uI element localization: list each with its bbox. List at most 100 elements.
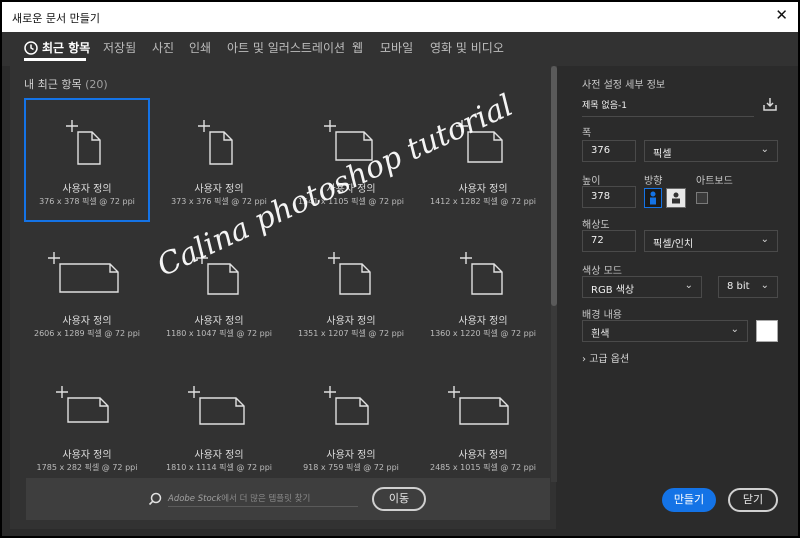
document-icon	[324, 386, 369, 425]
chevron-down-icon: ⌄	[730, 324, 739, 335]
item-dims: 1360 x 1220 픽셀 @ 72 ppi	[430, 329, 536, 338]
width-input[interactable]: 376	[582, 140, 636, 162]
item-label: 사용자 정의	[326, 184, 376, 195]
item-label: 사용자 정의	[326, 450, 376, 461]
chevron-right-icon: ›	[582, 354, 586, 365]
item-label: 사용자 정의	[458, 184, 508, 195]
chevron-down-icon: ⌄	[760, 144, 769, 155]
background-color-swatch[interactable]	[756, 320, 778, 342]
item-label: 사용자 정의	[458, 316, 508, 327]
orientation-label: 방향	[644, 176, 663, 187]
item-dims: 1541 x 1105 픽셀 @ 72 ppi	[298, 197, 404, 206]
recent-item[interactable]: 사용자 정의 1541 x 1105 픽셀 @ 72 ppi	[290, 100, 412, 220]
tab-mobile[interactable]: 모바일	[380, 39, 413, 56]
background-value: 흰색	[591, 329, 610, 340]
item-label: 사용자 정의	[62, 316, 112, 327]
color-mode-select[interactable]: RGB 색상 ⌄	[582, 276, 702, 298]
title-bar: 새로운 문서 만들기 ✕	[2, 2, 798, 32]
bit-depth-select[interactable]: 8 bit ⌄	[718, 276, 778, 298]
placeholder-brand: Adobe Stock	[168, 494, 222, 504]
create-button[interactable]: 만들기	[662, 488, 716, 512]
recent-item[interactable]: 사용자 정의 2606 x 1289 픽셀 @ 72 ppi	[26, 232, 148, 352]
go-button[interactable]: 이동	[372, 487, 426, 511]
search-icon	[148, 492, 162, 506]
recent-scrollbar[interactable]	[551, 66, 557, 482]
chevron-down-icon: ⌄	[760, 280, 769, 291]
color-mode-value: RGB 색상	[591, 285, 635, 296]
height-label: 높이	[582, 176, 601, 187]
person-portrait-icon	[650, 191, 656, 205]
close-button[interactable]: 닫기	[728, 488, 778, 512]
save-preset-icon[interactable]	[762, 96, 778, 112]
stock-search-input[interactable]: Adobe Stock에서 더 많은 템플릿 찾기	[168, 492, 358, 507]
tab-print[interactable]: 인쇄	[189, 39, 211, 56]
document-icon	[188, 386, 245, 425]
portrait-orientation-button[interactable]	[644, 188, 662, 208]
document-name-input[interactable]: 제목 없음-1	[582, 98, 754, 117]
advanced-options-toggle[interactable]: › 고급 옵션	[582, 350, 629, 365]
document-icon	[328, 252, 371, 295]
new-document-dialog: 새로운 문서 만들기 ✕ 최근 항목 저장됨 사진 인쇄 아트 및 일러스트레이…	[0, 0, 800, 538]
tab-film-video[interactable]: 영화 및 비디오	[430, 39, 504, 56]
document-icon	[456, 120, 503, 163]
recent-item[interactable]: 사용자 정의 918 x 759 픽셀 @ 72 ppi	[290, 366, 412, 486]
tab-recent[interactable]: 최근 항목	[42, 39, 90, 56]
background-label: 배경 내용	[582, 310, 622, 321]
height-input[interactable]: 378	[582, 186, 636, 208]
tab-web[interactable]: 웹	[352, 39, 363, 56]
document-icon	[460, 252, 503, 295]
item-label: 사용자 정의	[326, 316, 376, 327]
item-label: 사용자 정의	[194, 450, 244, 461]
tab-photo[interactable]: 사진	[152, 39, 174, 56]
recent-item[interactable]: 사용자 정의 1360 x 1220 픽셀 @ 72 ppi	[422, 232, 544, 352]
resolution-label: 해상도	[582, 220, 610, 231]
tab-art-illustration[interactable]: 아트 및 일러스트레이션	[227, 39, 345, 56]
artboard-checkbox[interactable]	[696, 192, 708, 204]
item-label: 사용자 정의	[194, 316, 244, 327]
recent-item[interactable]: 사용자 정의 1180 x 1047 픽셀 @ 72 ppi	[158, 232, 280, 352]
item-dims: 376 x 378 픽셀 @ 72 ppi	[39, 197, 135, 206]
item-dims: 373 x 376 픽셀 @ 72 ppi	[171, 197, 267, 206]
category-tabs: 최근 항목 저장됨 사진 인쇄 아트 및 일러스트레이션 웹 모바일 영화 및 …	[2, 32, 798, 66]
active-tab-indicator	[24, 58, 86, 61]
unit-value: 픽셀	[653, 149, 672, 160]
recent-item[interactable]: 사용자 정의 376 x 378 픽셀 @ 72 ppi	[24, 98, 150, 222]
item-label: 사용자 정의	[62, 450, 112, 461]
background-select[interactable]: 흰색 ⌄	[582, 320, 748, 342]
item-dims: 918 x 759 픽셀 @ 72 ppi	[303, 463, 399, 472]
tab-saved[interactable]: 저장됨	[103, 39, 136, 56]
recent-item[interactable]: 사용자 정의 1810 x 1114 픽셀 @ 72 ppi	[158, 366, 280, 486]
chevron-down-icon: ⌄	[760, 234, 769, 245]
chevron-down-icon: ⌄	[684, 280, 693, 291]
recent-title: 내 최근 항목 (20)	[24, 76, 108, 92]
item-dims: 1785 x 282 픽셀 @ 72 ppi	[36, 463, 138, 472]
resolution-unit-select[interactable]: 픽셀/인치 ⌄	[644, 230, 778, 252]
resolution-input[interactable]: 72	[582, 230, 636, 252]
item-label: 사용자 정의	[458, 450, 508, 461]
document-icon	[198, 120, 233, 165]
recent-item[interactable]: 사용자 정의 1351 x 1207 픽셀 @ 72 ppi	[290, 232, 412, 352]
item-dims: 1351 x 1207 픽셀 @ 72 ppi	[298, 329, 404, 338]
document-icon	[196, 252, 239, 295]
bit-depth-value: 8 bit	[727, 281, 750, 292]
item-label: 사용자 정의	[194, 184, 244, 195]
close-icon[interactable]: ✕	[775, 7, 788, 23]
item-dims: 2606 x 1289 픽셀 @ 72 ppi	[34, 329, 140, 338]
unit-select[interactable]: 픽셀 ⌄	[644, 140, 778, 162]
item-dims: 1412 x 1282 픽셀 @ 72 ppi	[430, 197, 536, 206]
recent-item[interactable]: 사용자 정의 2485 x 1015 픽셀 @ 72 ppi	[422, 366, 544, 486]
scrollbar-thumb[interactable]	[551, 66, 557, 306]
document-icon	[66, 120, 101, 165]
recent-item[interactable]: 사용자 정의 1412 x 1282 픽셀 @ 72 ppi	[422, 100, 544, 220]
person-landscape-icon	[672, 192, 680, 204]
recent-item[interactable]: 사용자 정의 373 x 376 픽셀 @ 72 ppi	[158, 100, 280, 220]
recent-panel: 내 최근 항목 (20) 사용자 정의 376 x 378 픽셀 @ 72 pp…	[10, 64, 556, 529]
placeholder-text: 에서 더 많은 템플릿 찾기	[221, 494, 311, 504]
recent-item[interactable]: 사용자 정의 1785 x 282 픽셀 @ 72 ppi	[26, 366, 148, 486]
document-icon	[324, 120, 373, 161]
item-label: 사용자 정의	[62, 184, 112, 195]
item-dims: 2485 x 1015 픽셀 @ 72 ppi	[430, 463, 536, 472]
landscape-orientation-button[interactable]	[666, 188, 686, 208]
advanced-options-label: 고급 옵션	[589, 354, 630, 365]
item-dims: 1810 x 1114 픽셀 @ 72 ppi	[166, 463, 272, 472]
